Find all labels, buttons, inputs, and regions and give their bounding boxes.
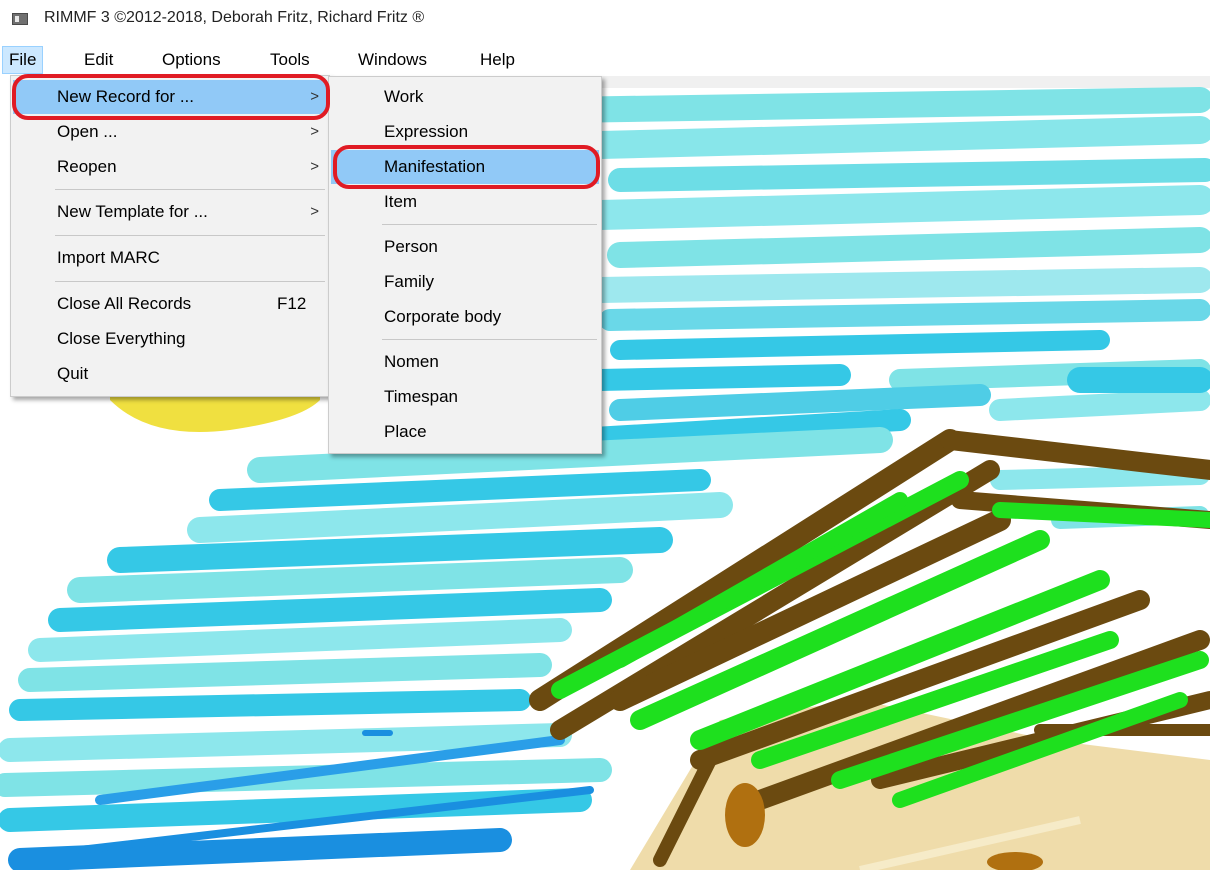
menu-separator — [55, 189, 325, 190]
submenu-item-place[interactable]: Place — [331, 415, 599, 449]
menu-separator — [55, 235, 325, 236]
submenu-item-family[interactable]: Family — [331, 265, 599, 299]
menu-item-label: Family — [384, 272, 435, 291]
menu-item-shortcut: F12 — [277, 294, 307, 313]
menu-item-label: Import MARC — [57, 248, 160, 267]
menu-item-new-template[interactable]: New Template for ... > — [13, 195, 327, 229]
menu-item-label: Close Everything — [57, 329, 186, 348]
submenu-item-expression[interactable]: Expression — [331, 115, 599, 149]
menu-item-label: New Record for ... — [57, 87, 194, 106]
menu-help[interactable]: Help — [474, 46, 521, 74]
menu-item-open[interactable]: Open ... > — [13, 115, 327, 149]
file-menu: New Record for ... > Open ... > Reopen >… — [10, 75, 330, 397]
menu-item-close-all-records[interactable]: Close All Records F12 — [13, 287, 327, 321]
app-icon — [12, 13, 28, 25]
menu-separator — [55, 281, 325, 282]
menu-item-label: Quit — [57, 364, 89, 383]
menu-item-reopen[interactable]: Reopen > — [13, 150, 327, 184]
menu-item-import-marc[interactable]: Import MARC — [13, 241, 327, 275]
menu-item-quit[interactable]: Quit — [13, 357, 327, 391]
new-record-submenu: Work Expression Manifestation Item Perso… — [328, 76, 602, 454]
menu-item-label: Corporate body — [384, 307, 502, 326]
menu-item-label: Work — [384, 87, 424, 106]
menu-item-label: Expression — [384, 122, 469, 141]
menu-item-label: New Template for ... — [57, 202, 208, 221]
submenu-item-corporate-body[interactable]: Corporate body — [331, 300, 599, 334]
submenu-item-manifestation[interactable]: Manifestation — [331, 150, 599, 184]
submenu-item-item[interactable]: Item — [331, 185, 599, 219]
menu-bar: File Edit Options Tools Windows Help — [0, 46, 1210, 74]
menu-item-label: Manifestation — [384, 157, 486, 176]
menu-item-new-record[interactable]: New Record for ... > — [13, 80, 327, 114]
menu-item-label: Place — [384, 422, 427, 441]
menu-separator — [382, 224, 597, 225]
chevron-right-icon: > — [310, 123, 319, 140]
title-bar: RIMMF 3 ©2012-2018, Deborah Fritz, Richa… — [0, 0, 1210, 38]
menu-file[interactable]: File — [2, 46, 44, 74]
menu-windows[interactable]: Windows — [352, 46, 433, 74]
menu-tools[interactable]: Tools — [264, 46, 316, 74]
menu-item-label: Person — [384, 237, 438, 256]
chevron-right-icon: > — [310, 203, 319, 220]
menu-item-label: Item — [384, 192, 418, 211]
menu-options[interactable]: Options — [156, 46, 227, 74]
submenu-item-person[interactable]: Person — [331, 230, 599, 264]
menu-edit[interactable]: Edit — [78, 46, 119, 74]
menu-item-label: Open ... — [57, 122, 118, 141]
window-title: RIMMF 3 ©2012-2018, Deborah Fritz, Richa… — [44, 9, 425, 26]
chevron-right-icon: > — [310, 88, 319, 105]
submenu-item-nomen[interactable]: Nomen — [331, 345, 599, 379]
submenu-item-timespan[interactable]: Timespan — [331, 380, 599, 414]
menu-item-label: Reopen — [57, 157, 117, 176]
chevron-right-icon: > — [310, 158, 319, 175]
menu-item-label: Close All Records — [57, 294, 192, 313]
menu-separator — [382, 339, 597, 340]
menu-item-close-everything[interactable]: Close Everything — [13, 322, 327, 356]
menu-item-label: Nomen — [384, 352, 439, 371]
menu-item-label: Timespan — [384, 387, 459, 406]
submenu-item-work[interactable]: Work — [331, 80, 599, 114]
